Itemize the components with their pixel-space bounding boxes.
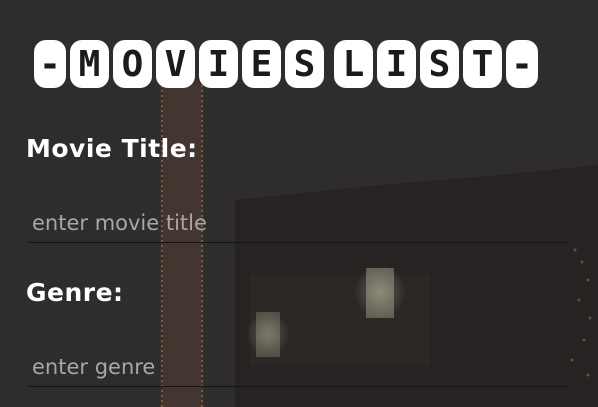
title-tile: M (70, 40, 109, 88)
title-tile: S (420, 40, 459, 88)
title-tile: T (463, 40, 502, 88)
title-tile: V (156, 40, 195, 88)
genre-input[interactable] (28, 347, 567, 387)
title-tile: E (242, 40, 281, 88)
movie-title-label: Movie Title: (26, 134, 198, 163)
genre-label: Genre: (26, 278, 124, 307)
title-tile: - (34, 40, 66, 88)
title-tile: I (377, 40, 416, 88)
title-tile: L (334, 40, 373, 88)
movie-title-input[interactable] (28, 203, 567, 243)
title-tile: O (113, 40, 152, 88)
movie-form-page: - M O V I E S L I S T - Movie Title: Gen… (0, 0, 598, 407)
title-tile: I (199, 40, 238, 88)
page-title: - M O V I E S L I S T - (34, 40, 538, 88)
title-tile: - (506, 40, 538, 88)
title-tile: S (285, 40, 324, 88)
